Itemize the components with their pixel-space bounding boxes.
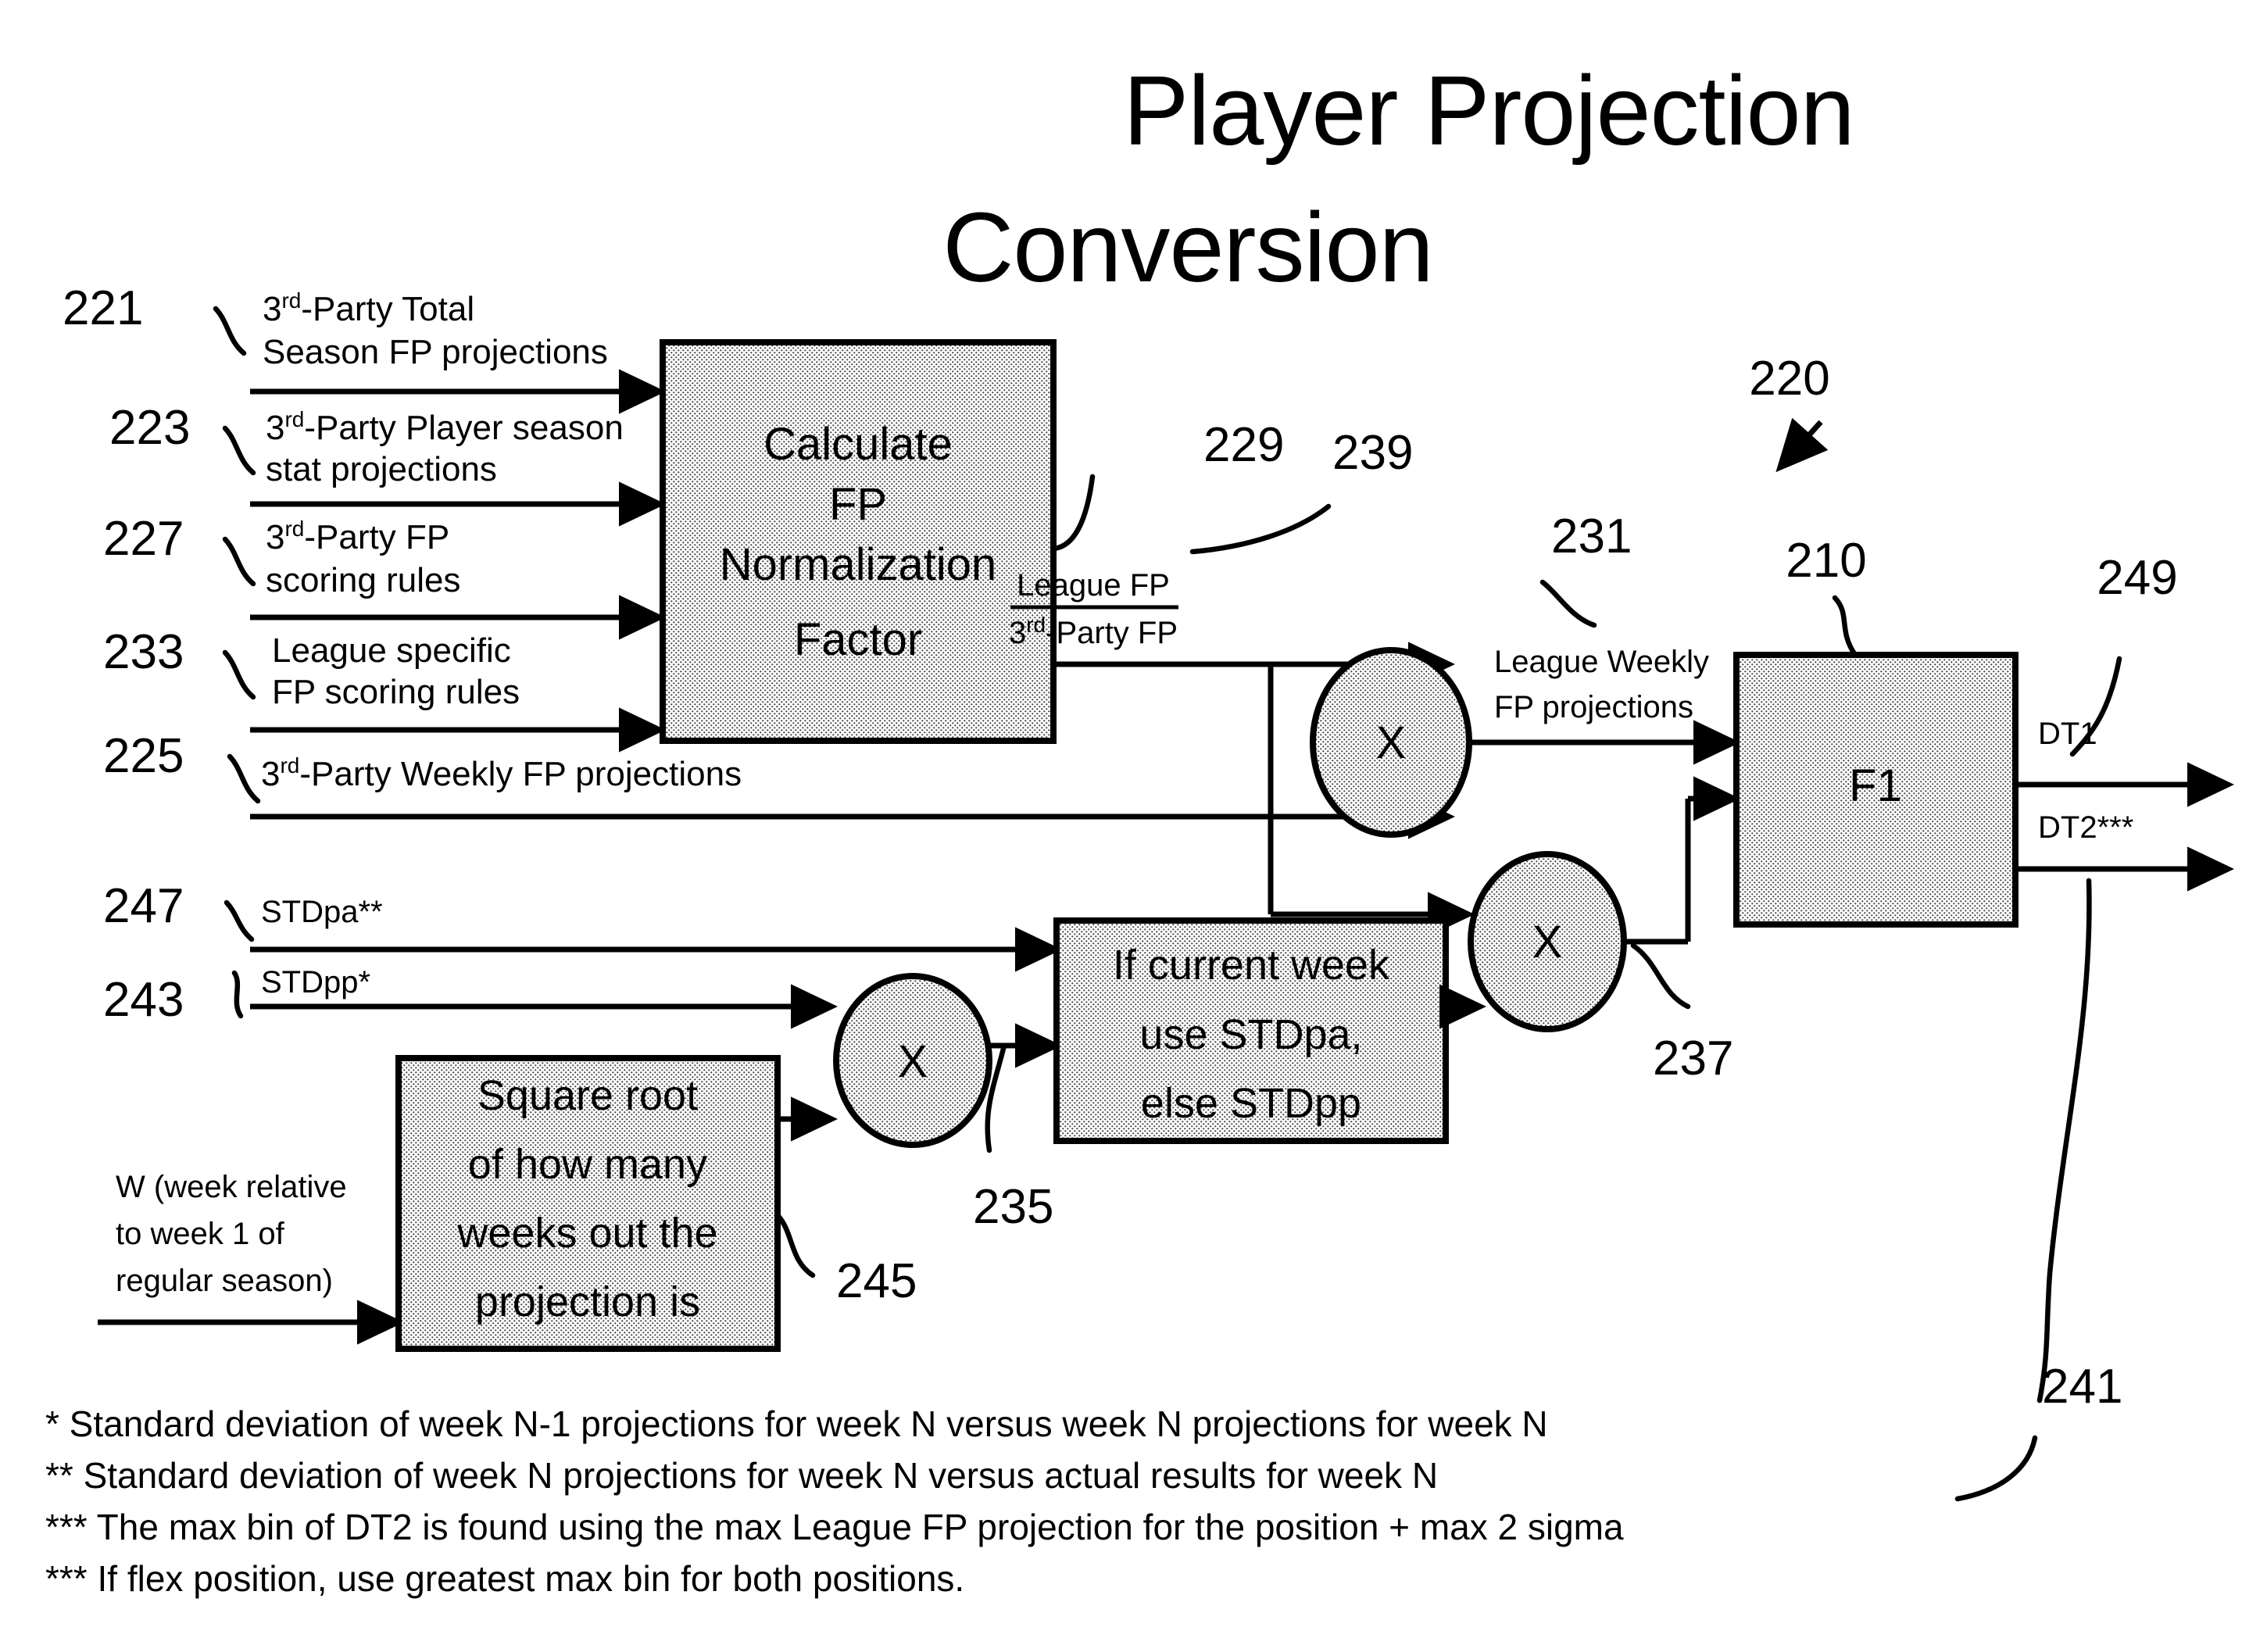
- ref-220-arrow: [1775, 417, 1829, 473]
- input-label-223-line2: stat projections: [266, 450, 497, 488]
- ref-number-223: 223: [109, 401, 190, 455]
- leader-231: [1539, 579, 1597, 628]
- sqrt-box-line3: weeks out the: [456, 1210, 717, 1257]
- input-label-233: League specific: [272, 631, 511, 670]
- leader-239: [1189, 503, 1332, 555]
- leader-243: [231, 970, 244, 1019]
- leader-237: [1630, 942, 1691, 1010]
- leader-227: [222, 536, 256, 587]
- input-label-225: 3rd-Party Weekly FP projections: [261, 753, 742, 793]
- ref-number-241: 241: [2042, 1360, 2122, 1414]
- page-title-line1: Player Projection: [1123, 55, 1854, 166]
- ref-number-229: 229: [1203, 418, 1284, 472]
- ref-number-249: 249: [2097, 551, 2177, 605]
- ratio-numerator-label: League FP: [1017, 568, 1170, 603]
- multiplier-2-symbol: X: [1532, 917, 1563, 967]
- diagram-page: Player Projection Conversion 220 221 3rd…: [0, 0, 2242, 1652]
- leader-233: [222, 649, 256, 700]
- dt2-output-label: DT2***: [2038, 810, 2133, 845]
- input-label-243: STDpp*: [261, 965, 370, 999]
- leader-229: [1050, 474, 1096, 552]
- ref-number-235: 235: [973, 1180, 1053, 1234]
- normalization-box-line3: Normalization: [720, 539, 997, 590]
- player-projection-conversion-diagram: Player Projection Conversion 220 221 3rd…: [45, 55, 2235, 1599]
- leader-245: [774, 1212, 816, 1278]
- input-label-247: STDpa**: [261, 895, 383, 929]
- footnote-1: * Standard deviation of week N-1 project…: [45, 1403, 1548, 1444]
- ref-number-220: 220: [1749, 352, 1829, 406]
- input-label-221: 3rd-Party Total: [263, 288, 474, 328]
- league-weekly-label-line1: League Weekly: [1494, 645, 1709, 679]
- normalization-box-line4: Factor: [794, 614, 922, 665]
- multiplier-3-symbol: X: [898, 1036, 928, 1087]
- leader-241-lower: [1954, 1435, 2038, 1502]
- ref-number-225: 225: [103, 729, 184, 783]
- page-title-line2: Conversion: [942, 192, 1432, 302]
- std-select-line2: use STDpa,: [1139, 1011, 1362, 1058]
- input-label-227: 3rd-Party FP: [266, 517, 449, 556]
- ref-number-237: 237: [1653, 1032, 1733, 1085]
- ref-number-221: 221: [63, 281, 143, 335]
- ref-number-210: 210: [1786, 534, 1866, 588]
- multiplier-1-symbol: X: [1376, 717, 1407, 768]
- input-label-221-line2: Season FP projections: [263, 333, 608, 371]
- leader-223: [222, 425, 256, 476]
- ref-number-233: 233: [103, 625, 184, 679]
- leader-221: [213, 306, 247, 356]
- footnote-2: ** Standard deviation of week N projecti…: [45, 1455, 1438, 1496]
- input-label-w-line3: regular season): [116, 1264, 333, 1298]
- ref-number-231: 231: [1551, 510, 1632, 563]
- normalization-box-line2: FP: [829, 479, 887, 530]
- input-label-w-line1: W (week relative: [116, 1170, 347, 1204]
- normalization-box-line1: Calculate: [763, 419, 953, 470]
- std-select-line3: else STDpp: [1141, 1080, 1361, 1127]
- ref-number-227: 227: [103, 512, 184, 566]
- league-weekly-label-line2: FP projections: [1494, 690, 1693, 724]
- input-label-227-line2: scoring rules: [266, 561, 460, 599]
- dt1-output-label: DT1: [2038, 717, 2097, 751]
- ref-number-247: 247: [103, 879, 184, 933]
- leader-247: [223, 899, 255, 942]
- sqrt-box-line1: Square root: [477, 1072, 698, 1119]
- footnote-4: *** If flex position, use greatest max b…: [45, 1558, 964, 1599]
- leader-241: [2036, 878, 2092, 1403]
- ref-number-243: 243: [103, 973, 184, 1027]
- leader-210: [1832, 595, 1858, 658]
- f1-box-label: F1: [1849, 760, 1902, 811]
- input-label-233-line2: FP scoring rules: [272, 673, 520, 711]
- leader-225: [227, 753, 261, 804]
- ref-number-245: 245: [836, 1254, 917, 1308]
- sqrt-box-line2: of how many: [468, 1141, 707, 1188]
- input-label-223: 3rd-Party Player season: [266, 407, 624, 447]
- std-select-line1: If current week: [1113, 942, 1390, 989]
- sqrt-box-line4: projection is: [475, 1278, 700, 1325]
- ref-number-239: 239: [1332, 426, 1413, 480]
- footnote-3: *** The max bin of DT2 is found using th…: [45, 1507, 1624, 1547]
- input-label-w-line2: to week 1 of: [116, 1217, 285, 1251]
